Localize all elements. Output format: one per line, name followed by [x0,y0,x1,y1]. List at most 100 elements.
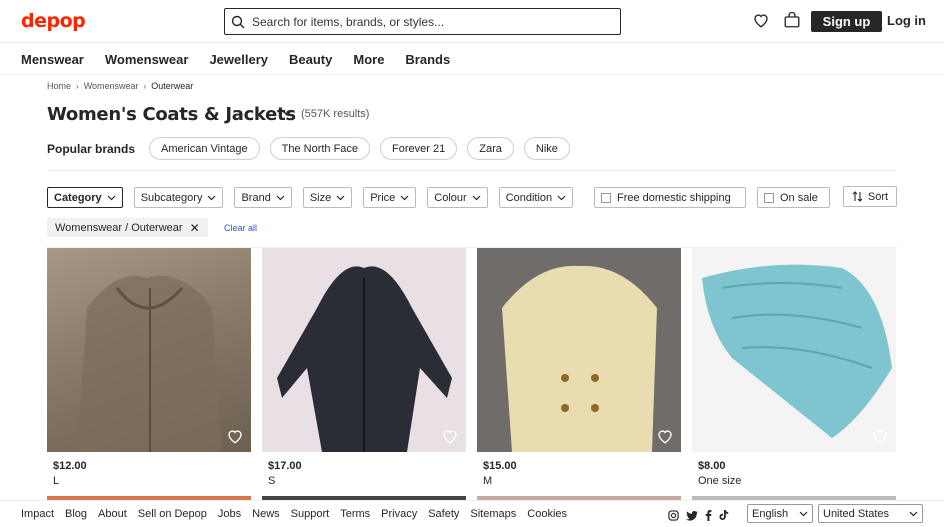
nav-womenswear[interactable]: Womenswear [105,52,189,67]
footer-link-privacy[interactable]: Privacy [381,508,417,520]
breadcrumb-womenswear[interactable]: Womenswear [84,81,139,91]
twitter-icon[interactable] [686,508,698,526]
breadcrumb-home[interactable]: Home [47,81,71,91]
selected-filter-label: Womenswear / Outerwear [55,221,183,234]
language-value: English [752,507,789,520]
page-title: Women's Coats & Jackets [47,104,296,125]
footer-link-sitemaps[interactable]: Sitemaps [470,508,516,520]
filter-colour[interactable]: Colour [427,187,488,208]
product-image[interactable] [692,248,896,452]
brand-chip-american-vintage[interactable]: American Vintage [149,137,260,160]
chevron-right-icon: › [76,81,79,91]
on-sale-toggle[interactable]: On sale [757,187,830,208]
nav-menswear[interactable]: Menswear [21,52,84,67]
sort-button[interactable]: Sort [843,186,897,207]
nav-brands[interactable]: Brands [405,52,450,67]
nav-more[interactable]: More [353,52,384,67]
search-input[interactable] [252,14,592,29]
social-links [668,508,736,526]
chevron-down-icon [336,195,345,200]
footer-link-support[interactable]: Support [291,508,330,520]
checkbox[interactable] [764,192,774,203]
chevron-down-icon [909,511,918,516]
breadcrumb: Home › Womenswear › Outerwear [47,81,193,91]
nav-divider [0,74,944,75]
product-size: M [483,475,493,487]
clear-all-link[interactable]: Clear all [224,223,257,233]
product-image[interactable] [262,248,466,452]
filter-label: Condition [505,191,553,204]
search-bar[interactable] [224,8,621,35]
product-size: S [268,475,276,487]
filter-row: Category Subcategory Brand Size Price Co… [47,187,584,208]
filter-price[interactable]: Price [363,187,417,208]
brand-chip-forever-21[interactable]: Forever 21 [380,137,458,160]
chevron-down-icon [472,195,481,200]
footer-link-news[interactable]: News [252,508,280,520]
top-bar: depop Sign up Log in [0,0,944,43]
product-card[interactable]: $17.00 S [262,248,466,487]
filter-label: Price [370,191,396,204]
filter-subcategory[interactable]: Subcategory [133,187,224,208]
heart-icon[interactable] [752,11,770,29]
footer-link-sell[interactable]: Sell on Depop [138,508,207,520]
instagram-icon[interactable] [668,508,679,526]
product-card[interactable]: $12.00 L [47,248,251,487]
filter-brand[interactable]: Brand [234,187,292,208]
knit-shawl-illustration [702,264,892,438]
footer-link-blog[interactable]: Blog [65,508,87,520]
search-icon [231,15,245,28]
chevron-down-icon [557,195,566,200]
log-in-link[interactable]: Log in [887,13,926,28]
footer-links: Impact Blog About Sell on Depop Jobs New… [21,508,578,520]
depop-logo[interactable]: depop [21,10,86,32]
product-card[interactable]: $8.00 One size [692,248,896,487]
heart-icon[interactable] [441,427,459,445]
jacket-illustration [277,266,452,452]
filter-label: Subcategory [140,191,203,204]
category-nav: Menswear Womenswear Jewellery Beauty Mor… [21,52,471,67]
chevron-down-icon [208,195,216,200]
free-shipping-toggle[interactable]: Free domestic shipping [594,187,746,208]
sort-icon [852,191,863,202]
heart-icon[interactable] [226,427,244,445]
nav-jewellery[interactable]: Jewellery [209,52,268,67]
footer-link-impact[interactable]: Impact [21,508,54,520]
chevron-down-icon [276,195,285,200]
on-sale-label: On sale [780,191,818,204]
footer-link-safety[interactable]: Safety [428,508,459,520]
heart-icon[interactable] [656,427,674,445]
selected-filter-chip[interactable]: Womenswear / Outerwear ✕ [47,218,208,237]
filter-category[interactable]: Category [47,187,123,208]
product-image[interactable] [47,248,251,452]
filter-label: Colour [434,191,467,204]
product-card[interactable]: $15.00 M [477,248,681,487]
chevron-right-icon: › [143,81,147,91]
country-select[interactable]: United States [818,504,923,523]
tiktok-icon[interactable] [719,508,729,526]
brand-chip-nike[interactable]: Nike [523,137,570,160]
product-image[interactable] [477,248,681,452]
footer-link-jobs[interactable]: Jobs [218,508,241,520]
sign-up-button[interactable]: Sign up [811,11,882,32]
filter-size[interactable]: Size [302,187,353,208]
chevron-down-icon[interactable] [281,109,293,117]
facebook-icon[interactable] [705,508,712,526]
product-price: $12.00 [53,460,87,472]
heart-icon[interactable] [871,427,889,445]
brand-chip-zara[interactable]: Zara [467,137,514,160]
footer-link-about[interactable]: About [98,508,127,520]
footer-link-terms[interactable]: Terms [340,508,370,520]
close-icon[interactable]: ✕ [190,221,200,235]
sort-label: Sort [867,190,889,203]
checkbox[interactable] [601,192,611,203]
product-price: $15.00 [483,460,517,472]
language-select[interactable]: English [747,504,813,523]
footer-link-cookies[interactable]: Cookies [527,508,567,520]
filter-condition[interactable]: Condition [498,187,574,208]
bag-icon[interactable] [783,11,801,29]
results-count: (557K results) [301,108,370,120]
nav-beauty[interactable]: Beauty [289,52,332,67]
brand-chip-the-north-face[interactable]: The North Face [269,137,371,160]
chevron-down-icon [107,195,116,200]
